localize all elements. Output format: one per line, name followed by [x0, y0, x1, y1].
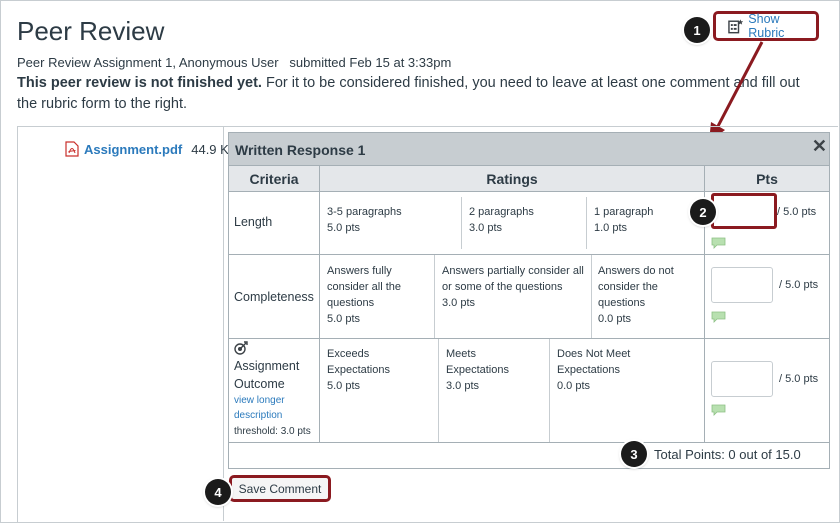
row-divider [229, 254, 829, 255]
rating-pts: 5.0 pts [327, 380, 361, 392]
submission-info: Peer Review Assignment 1, Anonymous User… [17, 55, 452, 70]
length-points-input[interactable] [711, 193, 777, 229]
rating-cell[interactable]: Exceeds Expectations 5.0 pts [327, 346, 427, 394]
show-rubric-button[interactable]: Show Rubric [713, 11, 819, 41]
rating-pts: 3.0 pts [446, 380, 480, 392]
ratings-column-header: Ratings [320, 166, 704, 192]
save-comment-button[interactable]: Save Comment [229, 475, 331, 502]
criterion-outcome: Assignment Outcome view longer descripti… [234, 341, 318, 441]
outcome-target-icon [234, 341, 248, 355]
rating-pts: 5.0 pts [327, 313, 361, 325]
peer-review-notice: This peer review is not finished yet. Fo… [17, 73, 807, 115]
length-out-of: / 5.0 pts [777, 206, 817, 218]
rating-desc: 2 paragraphs [469, 206, 534, 218]
rubric-panel: Written Response 1 ✕ Criteria Ratings Pt… [228, 132, 830, 469]
rating-pts: 3.0 pts [469, 222, 503, 234]
rating-cell[interactable]: 3-5 paragraphs 5.0 pts [327, 204, 457, 236]
callout-4: 4 [205, 479, 231, 505]
completeness-points-input[interactable] [711, 267, 773, 303]
criteria-column-header: Criteria [229, 166, 319, 192]
outcome-points-input[interactable] [711, 361, 773, 397]
rating-cell[interactable]: Does Not Meet Expectations 0.0 pts [557, 346, 667, 394]
rating-pts: 0.0 pts [557, 380, 591, 392]
rating-desc: Meets Expectations [446, 348, 509, 376]
pdf-icon [65, 141, 79, 157]
close-icon[interactable]: ✕ [812, 136, 827, 157]
rating-desc: Exceeds Expectations [327, 348, 390, 376]
criterion-outcome-label: Assignment Outcome [234, 359, 300, 391]
criterion-length: Length [234, 215, 273, 229]
attachment-link[interactable]: Assignment.pdf [84, 142, 182, 157]
criterion-completeness: Completeness [234, 290, 314, 304]
comment-icon[interactable] [711, 237, 726, 249]
rating-cell[interactable]: Answers fully consider all the questions… [327, 263, 427, 327]
rating-pts: 1.0 pts [594, 222, 628, 234]
notice-bold: This peer review is not finished yet. [17, 75, 262, 91]
rating-cell[interactable]: Answers do not consider the questions 0.… [598, 263, 698, 327]
rating-desc: 1 paragraph [594, 206, 654, 218]
callout-1: 1 [684, 17, 710, 43]
rating-divider [434, 255, 435, 338]
pts-column-header: Pts [705, 166, 829, 192]
rating-desc: Does Not Meet Expectations [557, 348, 631, 376]
callout-2: 2 [690, 199, 716, 225]
rating-desc: Answers fully consider all the questions [327, 265, 401, 309]
completeness-out-of: / 5.0 pts [779, 279, 819, 291]
rating-desc: Answers do not consider the questions [598, 265, 674, 309]
comment-icon[interactable] [711, 311, 726, 323]
attachment-item: Assignment.pdf 44.9 KB [65, 141, 238, 157]
rating-pts: 0.0 pts [598, 313, 632, 325]
rating-pts: 5.0 pts [327, 222, 361, 234]
rating-desc: 3-5 paragraphs [327, 206, 402, 218]
rating-cell[interactable]: 1 paragraph 1.0 pts [594, 204, 699, 236]
rating-desc: Answers partially consider all or some o… [442, 265, 584, 293]
rating-cell[interactable]: Answers partially consider all or some o… [442, 263, 587, 311]
rating-divider [549, 339, 550, 442]
total-points: Total Points: 0 out of 15.0 [654, 447, 801, 462]
threshold-text: threshold: 3.0 pts [234, 426, 311, 437]
rating-cell[interactable]: 2 paragraphs 3.0 pts [469, 204, 584, 236]
row-divider [229, 442, 829, 443]
view-longer-description-link[interactable]: view longer description [234, 393, 318, 423]
rating-divider [438, 339, 439, 442]
rating-cell[interactable]: Meets Expectations 3.0 pts [446, 346, 541, 394]
rating-divider [461, 197, 462, 249]
comment-icon[interactable] [711, 404, 726, 416]
rubric-icon [728, 19, 744, 34]
rating-divider [586, 197, 587, 249]
show-rubric-label: Show Rubric [748, 12, 785, 40]
outcome-out-of: / 5.0 pts [779, 373, 819, 385]
row-divider [229, 338, 829, 339]
attachments-column [18, 127, 224, 521]
page-title: Peer Review [17, 16, 165, 46]
rubric-title: Written Response 1 [235, 142, 366, 158]
rubric-header: Written Response 1 ✕ [229, 133, 829, 166]
column-divider [319, 166, 320, 443]
rating-pts: 3.0 pts [442, 297, 476, 309]
rating-divider [591, 255, 592, 338]
callout-3: 3 [621, 441, 647, 467]
